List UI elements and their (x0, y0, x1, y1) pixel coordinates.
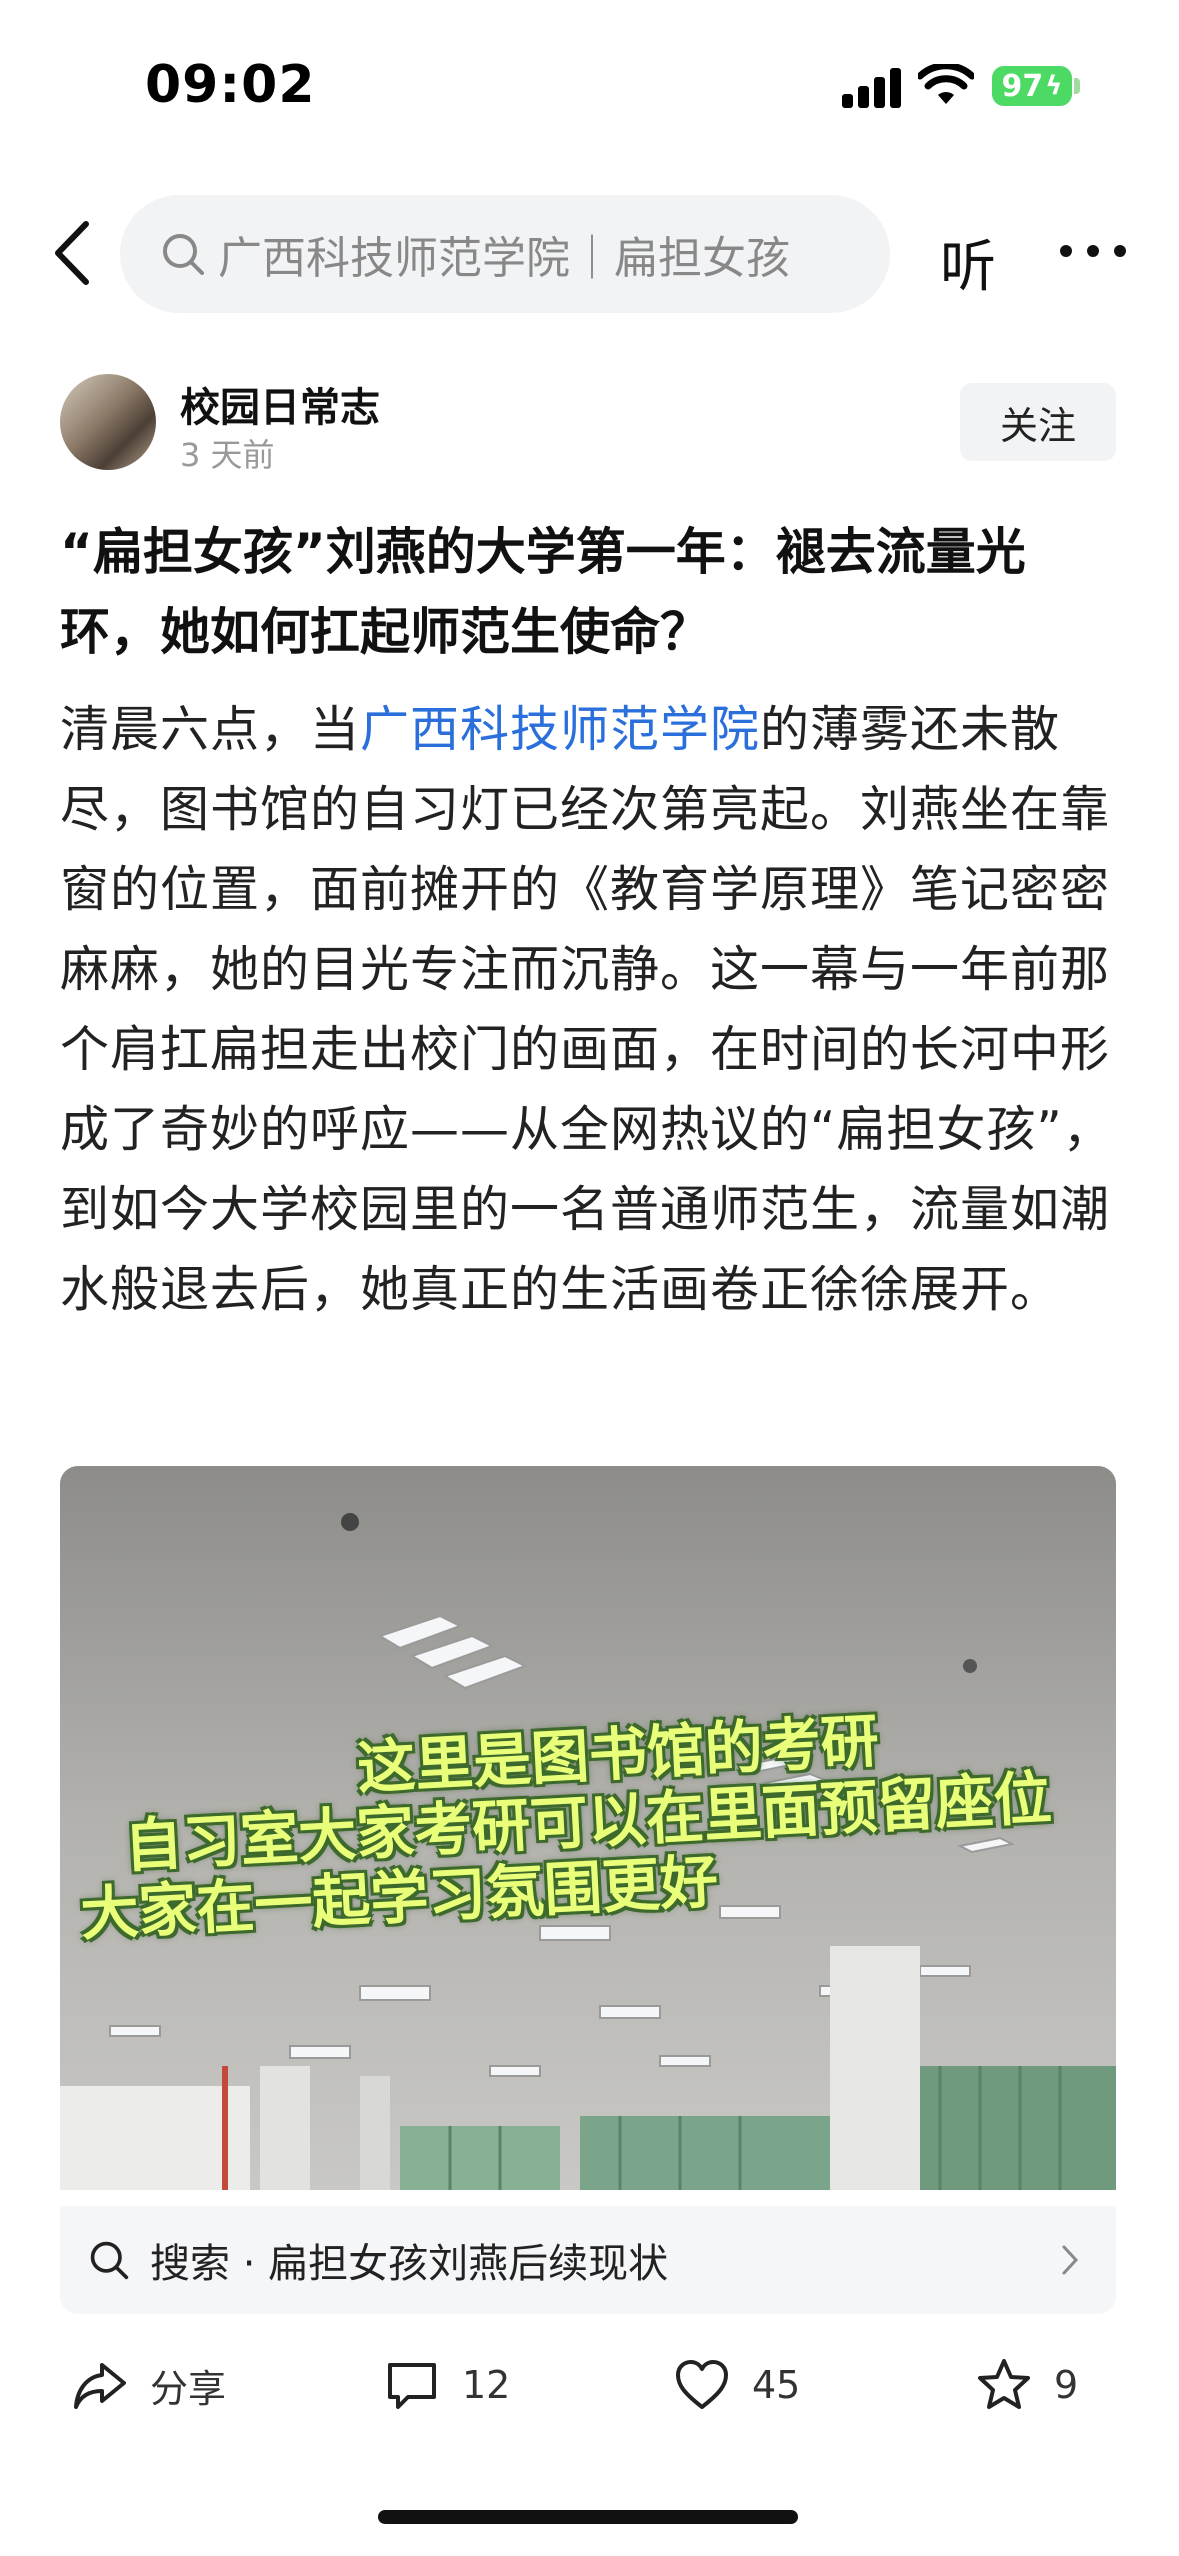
status-bar: 09:02 97 ϟ (0, 0, 1179, 175)
star-icon (978, 2359, 1030, 2409)
post-time: 3 天前 (180, 436, 275, 474)
listen-button[interactable]: 听 (940, 222, 996, 303)
battery-level: 97 (1001, 68, 1044, 104)
home-indicator[interactable] (378, 2510, 798, 2524)
follow-button[interactable]: 关注 (960, 383, 1116, 461)
search-icon (90, 2241, 129, 2280)
related-search-label: 搜索 · 扁担女孩刘燕后续现状 (150, 2241, 669, 2287)
comment-count: 12 (462, 2363, 511, 2407)
share-icon (74, 2363, 126, 2409)
comment-button[interactable]: 12 (384, 2340, 510, 2430)
search-bar[interactable] (120, 195, 890, 313)
wifi-icon (918, 64, 974, 104)
body-text-rest: 的薄雾还未散尽，图书馆的自习灯已经次第亮起。刘燕坐在靠窗的位置，面前摊开的《教育… (60, 701, 1113, 1318)
article-title: “扁担女孩”刘燕的大学第一年：褪去流量光环，她如何扛起师范生使命？ (60, 523, 1026, 661)
comment-icon (388, 2363, 436, 2409)
share-label: 分享 (150, 2366, 227, 2411)
article-photo[interactable]: 这里是图书馆的考研 自习室大家考研可以在里面预留座位 大家在一起学习氛围更好 (60, 1466, 1116, 2190)
favorite-count: 9 (1054, 2363, 1079, 2407)
author-avatar[interactable] (60, 374, 156, 470)
battery-indicator: 97 ϟ (992, 66, 1072, 106)
status-time: 09:02 (145, 55, 316, 115)
signal-icon (842, 68, 902, 108)
related-search-bar[interactable]: 搜索 · 扁担女孩刘燕后续现状 (60, 2206, 1116, 2314)
article-body: 清晨六点，当广西科技师范学院的薄雾还未散尽，图书馆的自习灯已经次第亮起。刘燕坐在… (60, 690, 1124, 1330)
battery-tip (1074, 78, 1080, 94)
search-input[interactable] (218, 228, 858, 280)
body-text-start: 清晨六点，当 (60, 701, 361, 758)
heart-icon (676, 2360, 728, 2409)
author-name[interactable]: 校园日常志 (180, 375, 380, 433)
like-count: 45 (752, 2363, 801, 2407)
more-icon[interactable] (1060, 245, 1126, 259)
search-icon (163, 234, 204, 275)
charging-bolt-icon: ϟ (1045, 71, 1063, 101)
share-button[interactable]: 分享 (72, 2340, 226, 2430)
back-icon[interactable] (48, 218, 98, 288)
school-link[interactable]: 广西科技师范学院 (360, 701, 760, 758)
favorite-button[interactable]: 9 (976, 2340, 1078, 2430)
chevron-right-icon (1062, 2245, 1079, 2275)
like-button[interactable]: 45 (674, 2340, 800, 2430)
action-bar: 分享 12 45 9 (0, 2340, 1179, 2430)
